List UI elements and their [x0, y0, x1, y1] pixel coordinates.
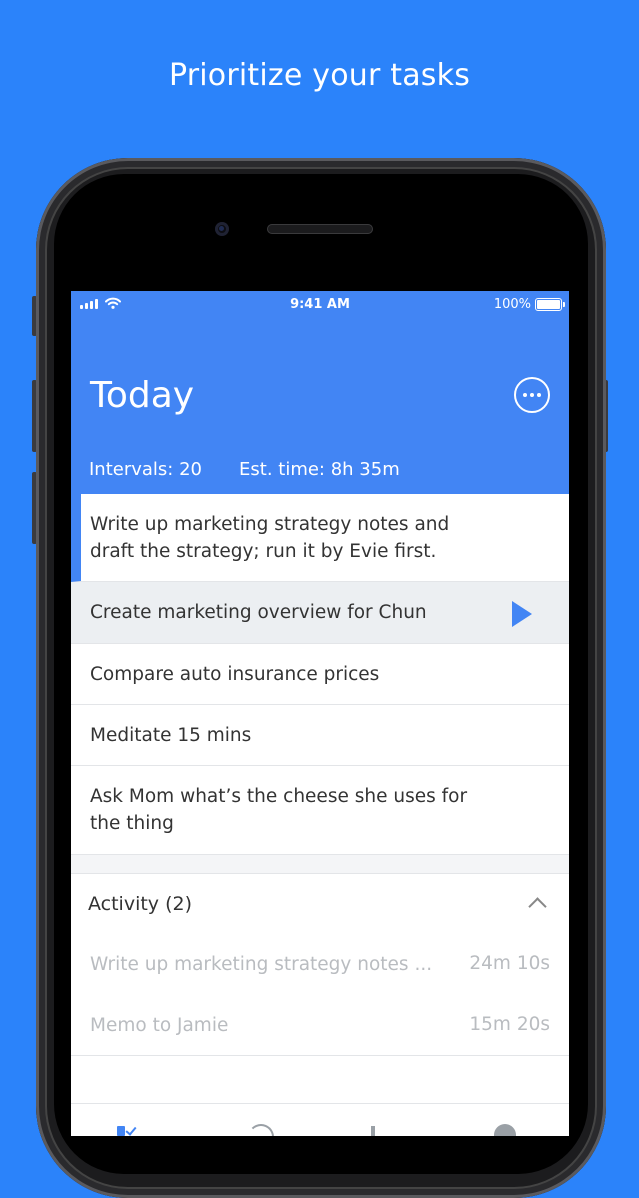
- activity-item[interactable]: Memo to Jamie 15m 20s: [71, 995, 569, 1056]
- activity-title: Activity (2): [88, 893, 193, 915]
- app-bar: 9:41 AM 100% Today Intervals: 20 Est. ti…: [71, 291, 569, 494]
- header-stats: Intervals: 20 Est. time: 8h 35m: [89, 459, 400, 480]
- task-item[interactable]: Ask Mom what’s the cheese she uses for t…: [71, 766, 569, 855]
- activity-duration: 15m 20s: [469, 1014, 550, 1035]
- task-item[interactable]: Meditate 15 mins: [71, 705, 569, 766]
- task-item[interactable]: Write up marketing strategy notes and dr…: [71, 494, 569, 582]
- earpiece-speaker: [267, 224, 373, 234]
- more-options-button[interactable]: [514, 377, 550, 413]
- more-horizontal-icon: [523, 393, 527, 397]
- activity-text: Write up marketing strategy notes ...: [90, 954, 433, 975]
- activity-item[interactable]: Write up marketing strategy notes ... 24…: [71, 934, 569, 995]
- activity-duration: 24m 10s: [469, 953, 550, 974]
- task-text: Meditate 15 mins: [90, 724, 252, 746]
- play-icon[interactable]: [512, 601, 532, 627]
- stats-icon[interactable]: [371, 1126, 375, 1136]
- section-divider: [71, 855, 569, 874]
- estimated-time: Est. time: 8h 35m: [239, 459, 400, 480]
- status-bar: 9:41 AM 100%: [71, 291, 569, 317]
- settings-icon[interactable]: [494, 1124, 516, 1136]
- task-text: Create marketing overview for Chun: [90, 602, 427, 623]
- front-camera: [215, 222, 229, 236]
- bottom-tab-bar: [71, 1103, 569, 1136]
- task-item[interactable]: Compare auto insurance prices: [71, 644, 569, 705]
- tasks-check-icon[interactable]: [117, 1124, 135, 1136]
- battery-icon: [535, 298, 565, 311]
- activity-header[interactable]: Activity (2): [71, 874, 569, 934]
- intervals-count: Intervals: 20: [89, 459, 203, 480]
- battery-percent: 100%: [493, 297, 531, 312]
- history-icon[interactable]: [248, 1124, 274, 1136]
- task-item-selected[interactable]: Create marketing overview for Chun: [71, 582, 569, 644]
- task-list: Write up marketing strategy notes and dr…: [71, 494, 569, 1056]
- activity-text: Memo to Jamie: [90, 1014, 229, 1036]
- page-title: Today: [90, 375, 195, 416]
- task-text: Write up marketing strategy notes and dr…: [90, 513, 450, 562]
- task-text: Compare auto insurance prices: [90, 663, 380, 685]
- chevron-up-icon[interactable]: [528, 897, 547, 916]
- headline: Prioritize your tasks: [168, 58, 471, 93]
- task-text: Ask Mom what’s the cheese she uses for t…: [90, 786, 468, 834]
- app-screen: 9:41 AM 100% Today Intervals: 20 Est. ti…: [71, 291, 569, 1136]
